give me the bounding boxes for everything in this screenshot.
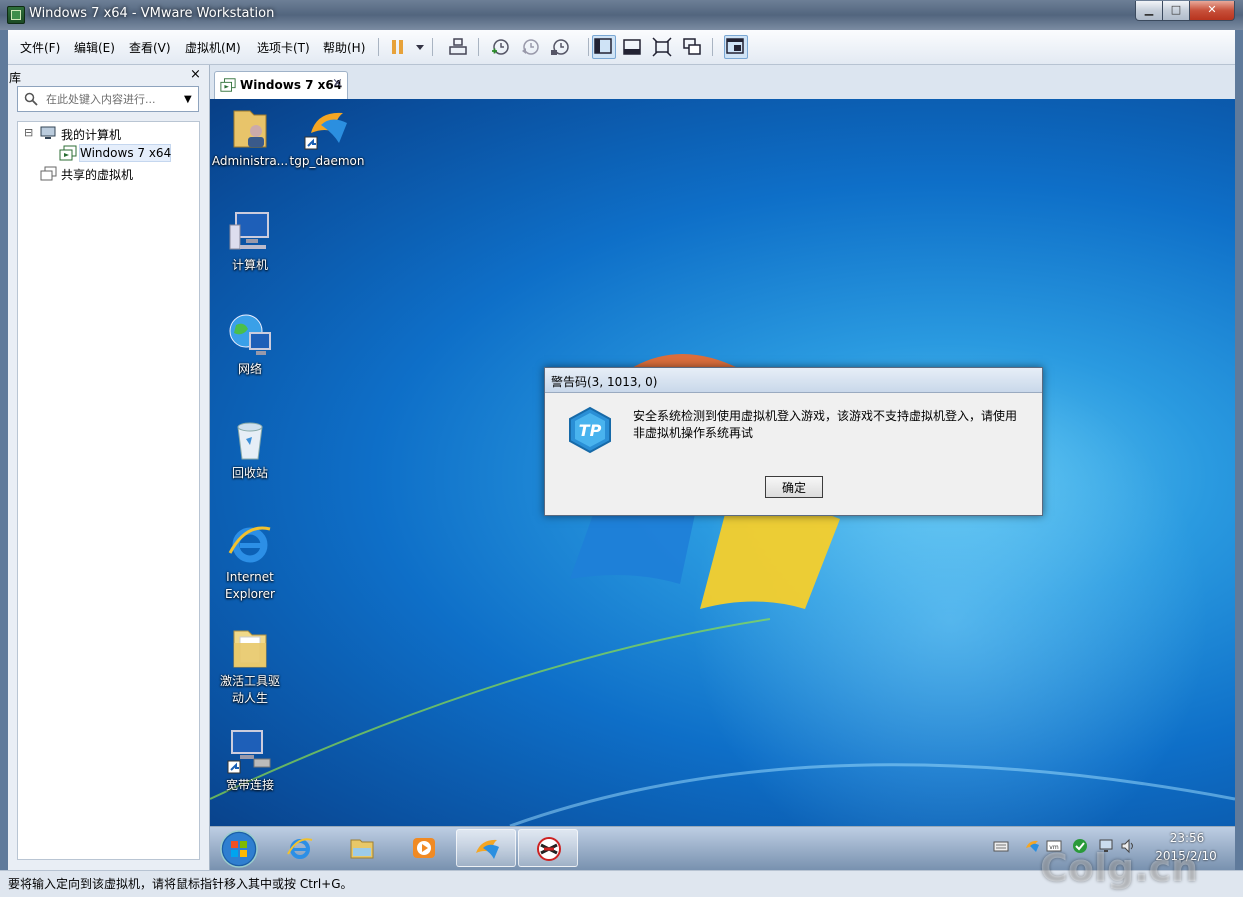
menu-tabs[interactable]: 选项卡(T): [257, 39, 310, 56]
vm-icon: [59, 145, 77, 164]
snapshot-manager-icon[interactable]: [550, 37, 570, 57]
network-icon: [226, 311, 274, 359]
menu-view[interactable]: 查看(V): [129, 39, 171, 56]
desktop-icon-activation-folder[interactable]: 激活工具驱动人生: [210, 623, 290, 707]
menu-help[interactable]: 帮助(H): [323, 39, 365, 56]
toolbar-separator: [712, 38, 713, 56]
search-icon: [24, 92, 38, 109]
tgp-icon: [303, 103, 351, 151]
dialog-title-bar: 警告码(3, 1013, 0): [545, 368, 1042, 393]
desktop-icon-label: 计算机: [231, 258, 268, 272]
clock-time[interactable]: 23:56: [1157, 831, 1217, 845]
taskbar-tgp[interactable]: [456, 829, 516, 867]
tree-item-shared-vms[interactable]: 共享的虚拟机: [61, 166, 133, 183]
menu-vm[interactable]: 虚拟机(M): [185, 39, 241, 56]
library-title: 库: [9, 71, 22, 85]
desktop-icon-tgp-daemon[interactable]: tgp_daemon: [287, 103, 367, 170]
toolbar-separator: [378, 38, 379, 56]
desktop-icon-computer[interactable]: 计算机: [210, 207, 290, 274]
dialog-title: 警告码(3, 1013, 0): [551, 375, 658, 389]
tree-item-windows7-vm[interactable]: Windows 7 x64: [80, 146, 171, 160]
desktop-icon-label: tgp_daemon: [289, 154, 365, 168]
unity-icon[interactable]: [682, 37, 702, 57]
desktop-icon-label: 网络: [237, 362, 262, 376]
computer-icon: [40, 126, 56, 143]
close-button[interactable]: ✕: [1189, 1, 1235, 21]
taskbar-ie[interactable]: [270, 829, 330, 867]
desktop-icon-label: Internet Explorer: [225, 570, 275, 601]
recycle-bin-icon: [226, 415, 274, 463]
toolbar-separator: [478, 38, 479, 56]
menu-file[interactable]: 文件(F): [20, 39, 60, 56]
desktop-icon-administrator[interactable]: Administra...: [210, 103, 290, 170]
power-dropdown-icon[interactable]: [410, 37, 424, 57]
library-search-box[interactable]: [17, 86, 199, 112]
snapshot-revert-icon[interactable]: [520, 37, 540, 57]
minimize-button[interactable]: ▁: [1135, 1, 1163, 21]
status-message: 要将输入定向到该虚拟机，请将鼠标指针移入其中或按 Ctrl+G。: [8, 877, 353, 891]
vmware-app-icon: [7, 6, 25, 24]
shared-vm-icon: [40, 166, 58, 185]
tray-tgp-icon[interactable]: [1024, 838, 1040, 854]
window-title: Windows 7 x64 - VMware Workstation: [29, 6, 275, 21]
library-close-icon[interactable]: ×: [190, 67, 201, 82]
ok-button[interactable]: 确定: [765, 476, 823, 498]
fullscreen-icon[interactable]: [652, 37, 672, 57]
ie-icon: [226, 519, 274, 567]
folder-icon: [350, 839, 374, 859]
library-search-input[interactable]: [46, 87, 176, 111]
tgp-icon: [476, 839, 499, 859]
ie-icon: [287, 838, 313, 859]
library-tree: [17, 121, 200, 860]
desktop-icon-label: 激活工具驱动人生: [219, 674, 280, 705]
menu-edit[interactable]: 编辑(E): [74, 39, 115, 56]
send-ctrl-alt-del-icon[interactable]: [448, 37, 468, 57]
toolbar-separator: [432, 38, 433, 56]
menu-toolbar: 文件(F) 编辑(E) 查看(V) 虚拟机(M) 选项卡(T) 帮助(H): [8, 30, 1235, 65]
tp-shield-icon: TP: [567, 406, 613, 454]
desktop-icon-recycle-bin[interactable]: 回收站: [210, 415, 290, 482]
desktop-icon-label: Administra...: [211, 154, 289, 168]
game-icon: [537, 837, 561, 861]
vm-tab-icon: [220, 77, 236, 96]
broadband-icon: [226, 727, 274, 775]
media-player-icon: [413, 838, 435, 858]
desktop-icon-network[interactable]: 网络: [210, 311, 290, 378]
taskbar-media-player[interactable]: [394, 829, 454, 867]
desktop-icon-label: 宽带连接: [225, 778, 274, 792]
start-button[interactable]: [218, 828, 260, 870]
tab-label: Windows 7 x64: [240, 78, 343, 92]
search-dropdown-icon[interactable]: ▼: [184, 94, 192, 105]
desktop-icon-internet-explorer[interactable]: Internet Explorer: [210, 519, 290, 603]
tab-strip: [210, 65, 1235, 99]
watermark-logo: Colg.cn: [1040, 846, 1199, 890]
console-view-icon[interactable]: [724, 35, 748, 59]
dialog-message: 安全系统检测到使用虚拟机登入游戏，该游戏不支持虚拟机登入，请使用非虚拟机操作系统…: [633, 409, 1018, 440]
desktop-icon-label: 回收站: [231, 466, 268, 480]
taskbar-game[interactable]: [518, 829, 578, 867]
snapshot-take-icon[interactable]: [490, 37, 510, 57]
svg-text:TP: TP: [579, 421, 602, 440]
maximize-button[interactable]: □: [1162, 1, 1190, 21]
pause-icon[interactable]: [388, 37, 408, 57]
keyboard-icon[interactable]: [993, 838, 1009, 854]
computer-icon: [226, 207, 274, 255]
desktop-icon-broadband[interactable]: 宽带连接: [210, 727, 290, 794]
thumbnail-bar-icon[interactable]: [622, 37, 642, 57]
folder-icon: [226, 623, 274, 671]
tab-close-icon[interactable]: ×: [332, 76, 343, 91]
show-library-icon[interactable]: [592, 35, 616, 59]
user-folder-icon: [226, 103, 274, 151]
toolbar-separator: [588, 38, 589, 56]
taskbar-explorer[interactable]: [332, 829, 392, 867]
tree-item-my-computer[interactable]: 我的计算机: [61, 126, 121, 143]
tree-collapse-icon[interactable]: ⊟: [24, 126, 33, 139]
warning-dialog: 警告码(3, 1013, 0) TP 安全系统检测到使用虚拟机登入游戏，该游戏不…: [544, 367, 1043, 516]
